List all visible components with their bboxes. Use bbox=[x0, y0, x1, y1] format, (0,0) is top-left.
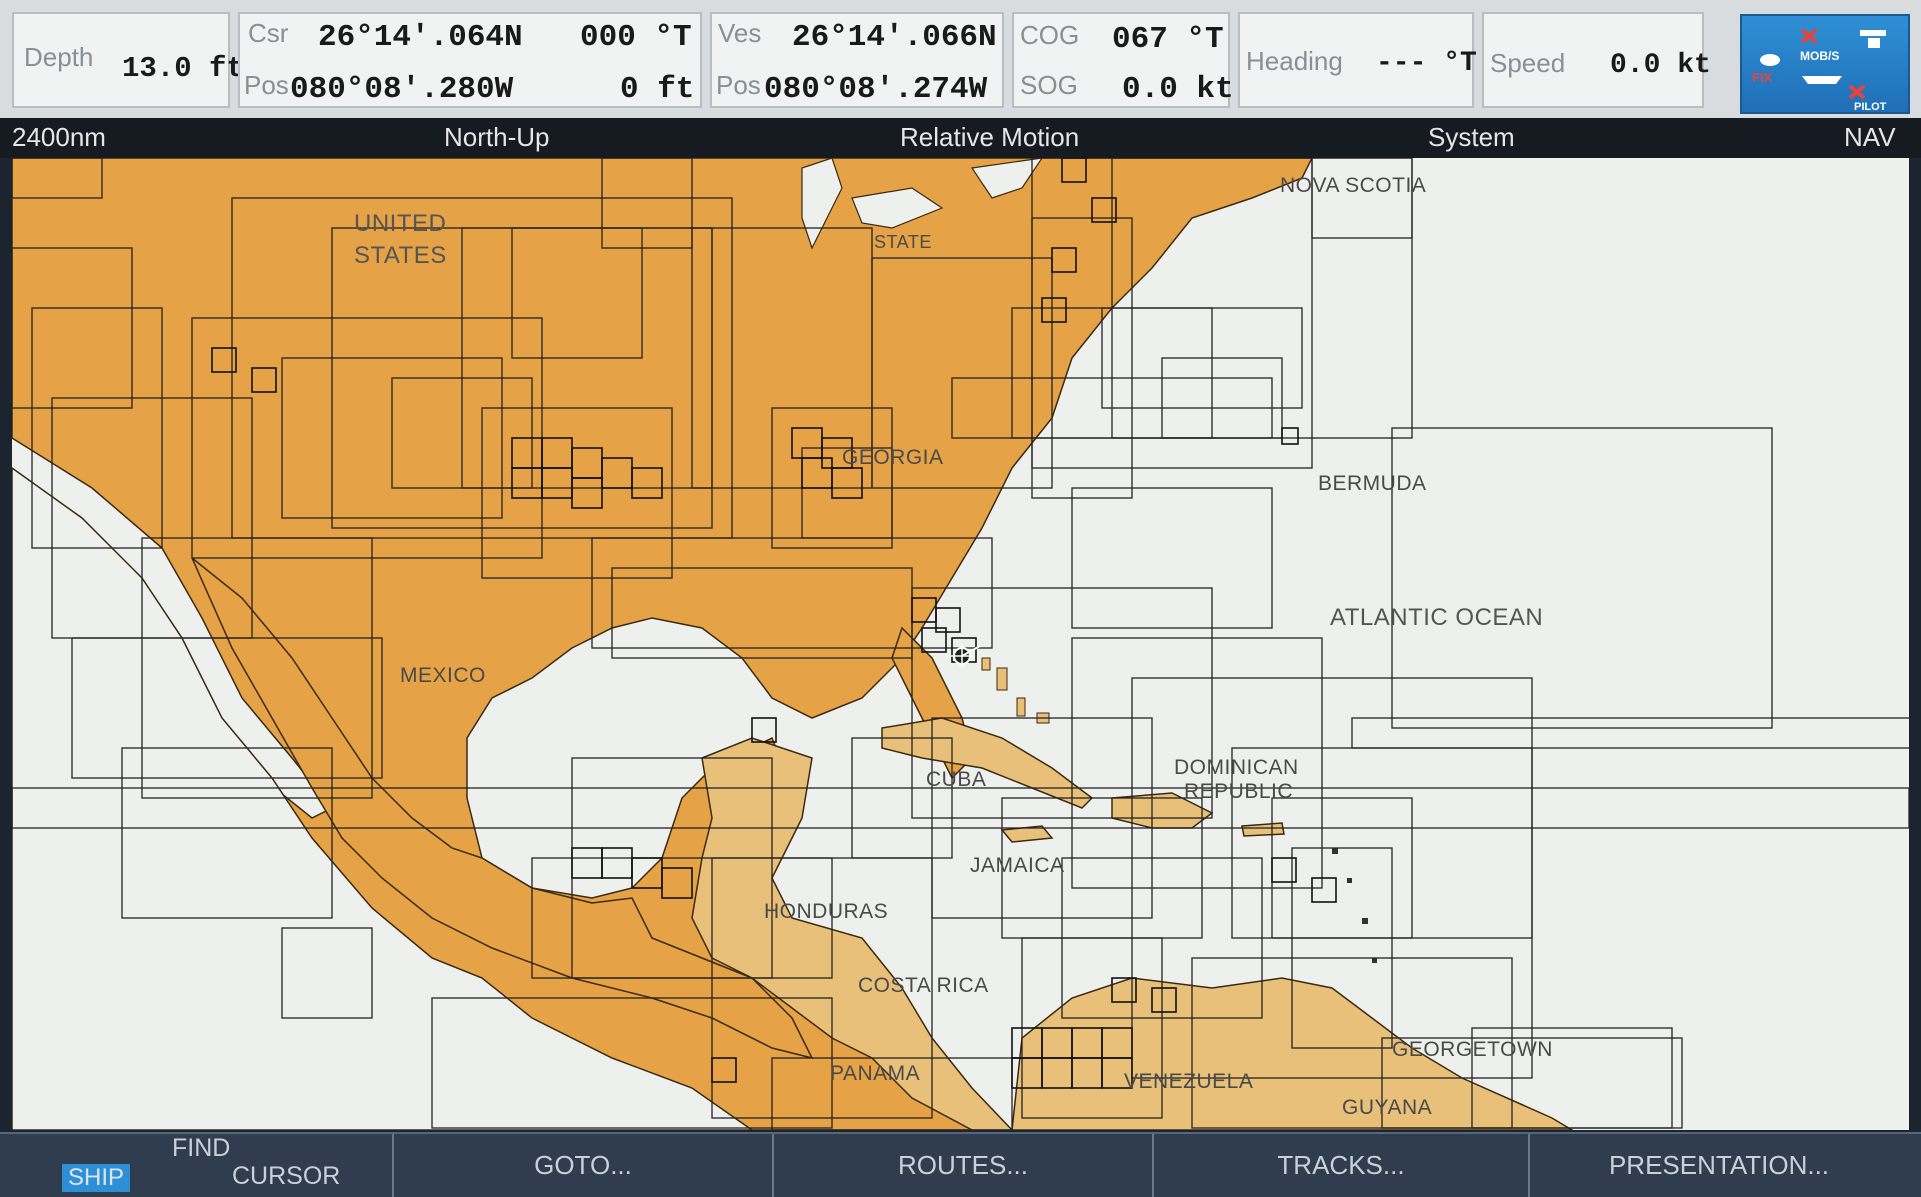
routes-softkey[interactable]: ROUTES... bbox=[774, 1134, 1154, 1197]
label-atlantic-ocean: ATLANTIC OCEAN bbox=[1330, 604, 1544, 631]
label-costa-rica: COSTA RICA bbox=[858, 974, 989, 997]
chart-range[interactable]: 2400nm bbox=[12, 122, 106, 153]
label-georgia: GEORGIA bbox=[842, 446, 944, 469]
system-label[interactable]: System bbox=[1428, 122, 1515, 153]
mob-text: MOB/S bbox=[1800, 49, 1839, 63]
cursor-position-box[interactable]: Csr 26°14'.064N 000 °T Pos 080°08'.280W … bbox=[238, 12, 702, 108]
orientation-mode[interactable]: North-Up bbox=[444, 122, 549, 153]
cog-sog-box[interactable]: COG 067 °T SOG 0.0 kt bbox=[1012, 12, 1234, 108]
depth-value: 13.0 ft bbox=[122, 52, 244, 85]
puerto-rico-island bbox=[1241, 822, 1285, 837]
label-honduras: HONDURAS bbox=[764, 900, 889, 923]
tracks-softkey[interactable]: TRACKS... bbox=[1154, 1134, 1530, 1197]
ship-option[interactable]: SHIP bbox=[62, 1164, 131, 1192]
label-panama: PANAMA bbox=[830, 1062, 921, 1085]
goto-softkey[interactable]: GOTO... bbox=[394, 1134, 774, 1197]
cuba-island bbox=[881, 717, 1094, 809]
label-cuba: CUBA bbox=[926, 768, 987, 791]
status-bar: 2400nm North-Up Relative Motion System N… bbox=[0, 118, 1921, 158]
label-dominican: DOMINICAN bbox=[1174, 756, 1299, 779]
cursor-bearing: 000 °T bbox=[580, 20, 692, 55]
motion-mode[interactable]: Relative Motion bbox=[900, 122, 1079, 153]
pilot-text: PILOT bbox=[1854, 101, 1887, 112]
ves-label: Ves bbox=[718, 18, 762, 48]
cursor-lat: 26°14'.064N bbox=[318, 20, 523, 55]
vessel-lat: 26°14'.066N bbox=[792, 20, 997, 55]
fix-mob-icon: FIX MOB/S PILOT bbox=[1752, 28, 1887, 113]
bahamas-islands bbox=[981, 657, 1050, 724]
label-guyana: GUYANA bbox=[1342, 1096, 1433, 1119]
fix-mob-button[interactable]: FIX MOB/S PILOT bbox=[1740, 14, 1910, 114]
goto-label: GOTO... bbox=[534, 1150, 632, 1180]
vessel-position-box[interactable]: Ves 26°14'.066N Pos 080°08'.274W bbox=[710, 12, 1004, 108]
heading-value: --- °T bbox=[1376, 48, 1477, 79]
cursor-range: 0 ft bbox=[620, 72, 695, 107]
heading-label: Heading bbox=[1246, 46, 1343, 76]
cog-value: 067 °T bbox=[1112, 22, 1224, 57]
cog-label: COG bbox=[1020, 20, 1080, 50]
label-states: STATES bbox=[354, 242, 447, 269]
chart-area[interactable]: UNITED STATES NOVA SCOTIA STATE GEORGIA … bbox=[12, 158, 1909, 1130]
cursor-option[interactable]: CURSOR bbox=[232, 1162, 340, 1191]
heading-box[interactable]: Heading --- °T bbox=[1238, 12, 1477, 108]
speed-label: Speed bbox=[1490, 48, 1566, 78]
label-state: STATE bbox=[874, 232, 932, 252]
sog-label: SOG bbox=[1020, 70, 1078, 100]
ship-find-softkey[interactable]: FIND SHIP CURSOR bbox=[18, 1134, 394, 1197]
find-label: FIND bbox=[172, 1134, 231, 1162]
speed-value: 0.0 kt bbox=[1610, 50, 1711, 81]
presentation-softkey[interactable]: PRESENTATION... bbox=[1530, 1134, 1908, 1197]
vessel-lon: 080°08'.274W bbox=[764, 72, 988, 107]
data-bar: Depth 13.0 ft Csr 26°14'.064N 000 °T Pos… bbox=[0, 0, 1921, 118]
lesser-antilles bbox=[1332, 848, 1377, 963]
label-georgetown: GEORGETOWN bbox=[1392, 1038, 1553, 1061]
label-jamaica: JAMAICA bbox=[970, 854, 1065, 877]
depth-label: Depth bbox=[24, 42, 94, 72]
label-bermuda: BERMUDA bbox=[1318, 472, 1427, 495]
label-united: UNITED bbox=[354, 210, 447, 237]
fix-text: FIX bbox=[1752, 70, 1773, 85]
depth-box[interactable]: Depth 13.0 ft bbox=[12, 12, 244, 108]
presentation-label: PRESENTATION... bbox=[1608, 1150, 1830, 1180]
nav-mode: NAV bbox=[1844, 122, 1896, 152]
label-republic: REPUBLIC bbox=[1184, 780, 1294, 803]
softkey-bar: FIND SHIP CURSOR GOTO... ROUTES... TRACK… bbox=[0, 1132, 1921, 1197]
cursor-lon: 080°08'.280W bbox=[290, 72, 514, 107]
cursor-pos-label: Pos bbox=[244, 70, 289, 100]
speed-box[interactable]: Speed 0.0 kt bbox=[1482, 12, 1711, 108]
csr-label: Csr bbox=[248, 18, 289, 48]
vessel-pos-label: Pos bbox=[716, 70, 761, 100]
label-nova-scotia: NOVA SCOTIA bbox=[1280, 174, 1427, 197]
sog-value: 0.0 kt bbox=[1122, 72, 1234, 107]
label-mexico: MEXICO bbox=[400, 664, 486, 687]
routes-label: ROUTES... bbox=[897, 1150, 1028, 1180]
tracks-label: TRACKS... bbox=[1277, 1150, 1405, 1180]
label-venezuela: VENEZUELA bbox=[1124, 1070, 1254, 1093]
